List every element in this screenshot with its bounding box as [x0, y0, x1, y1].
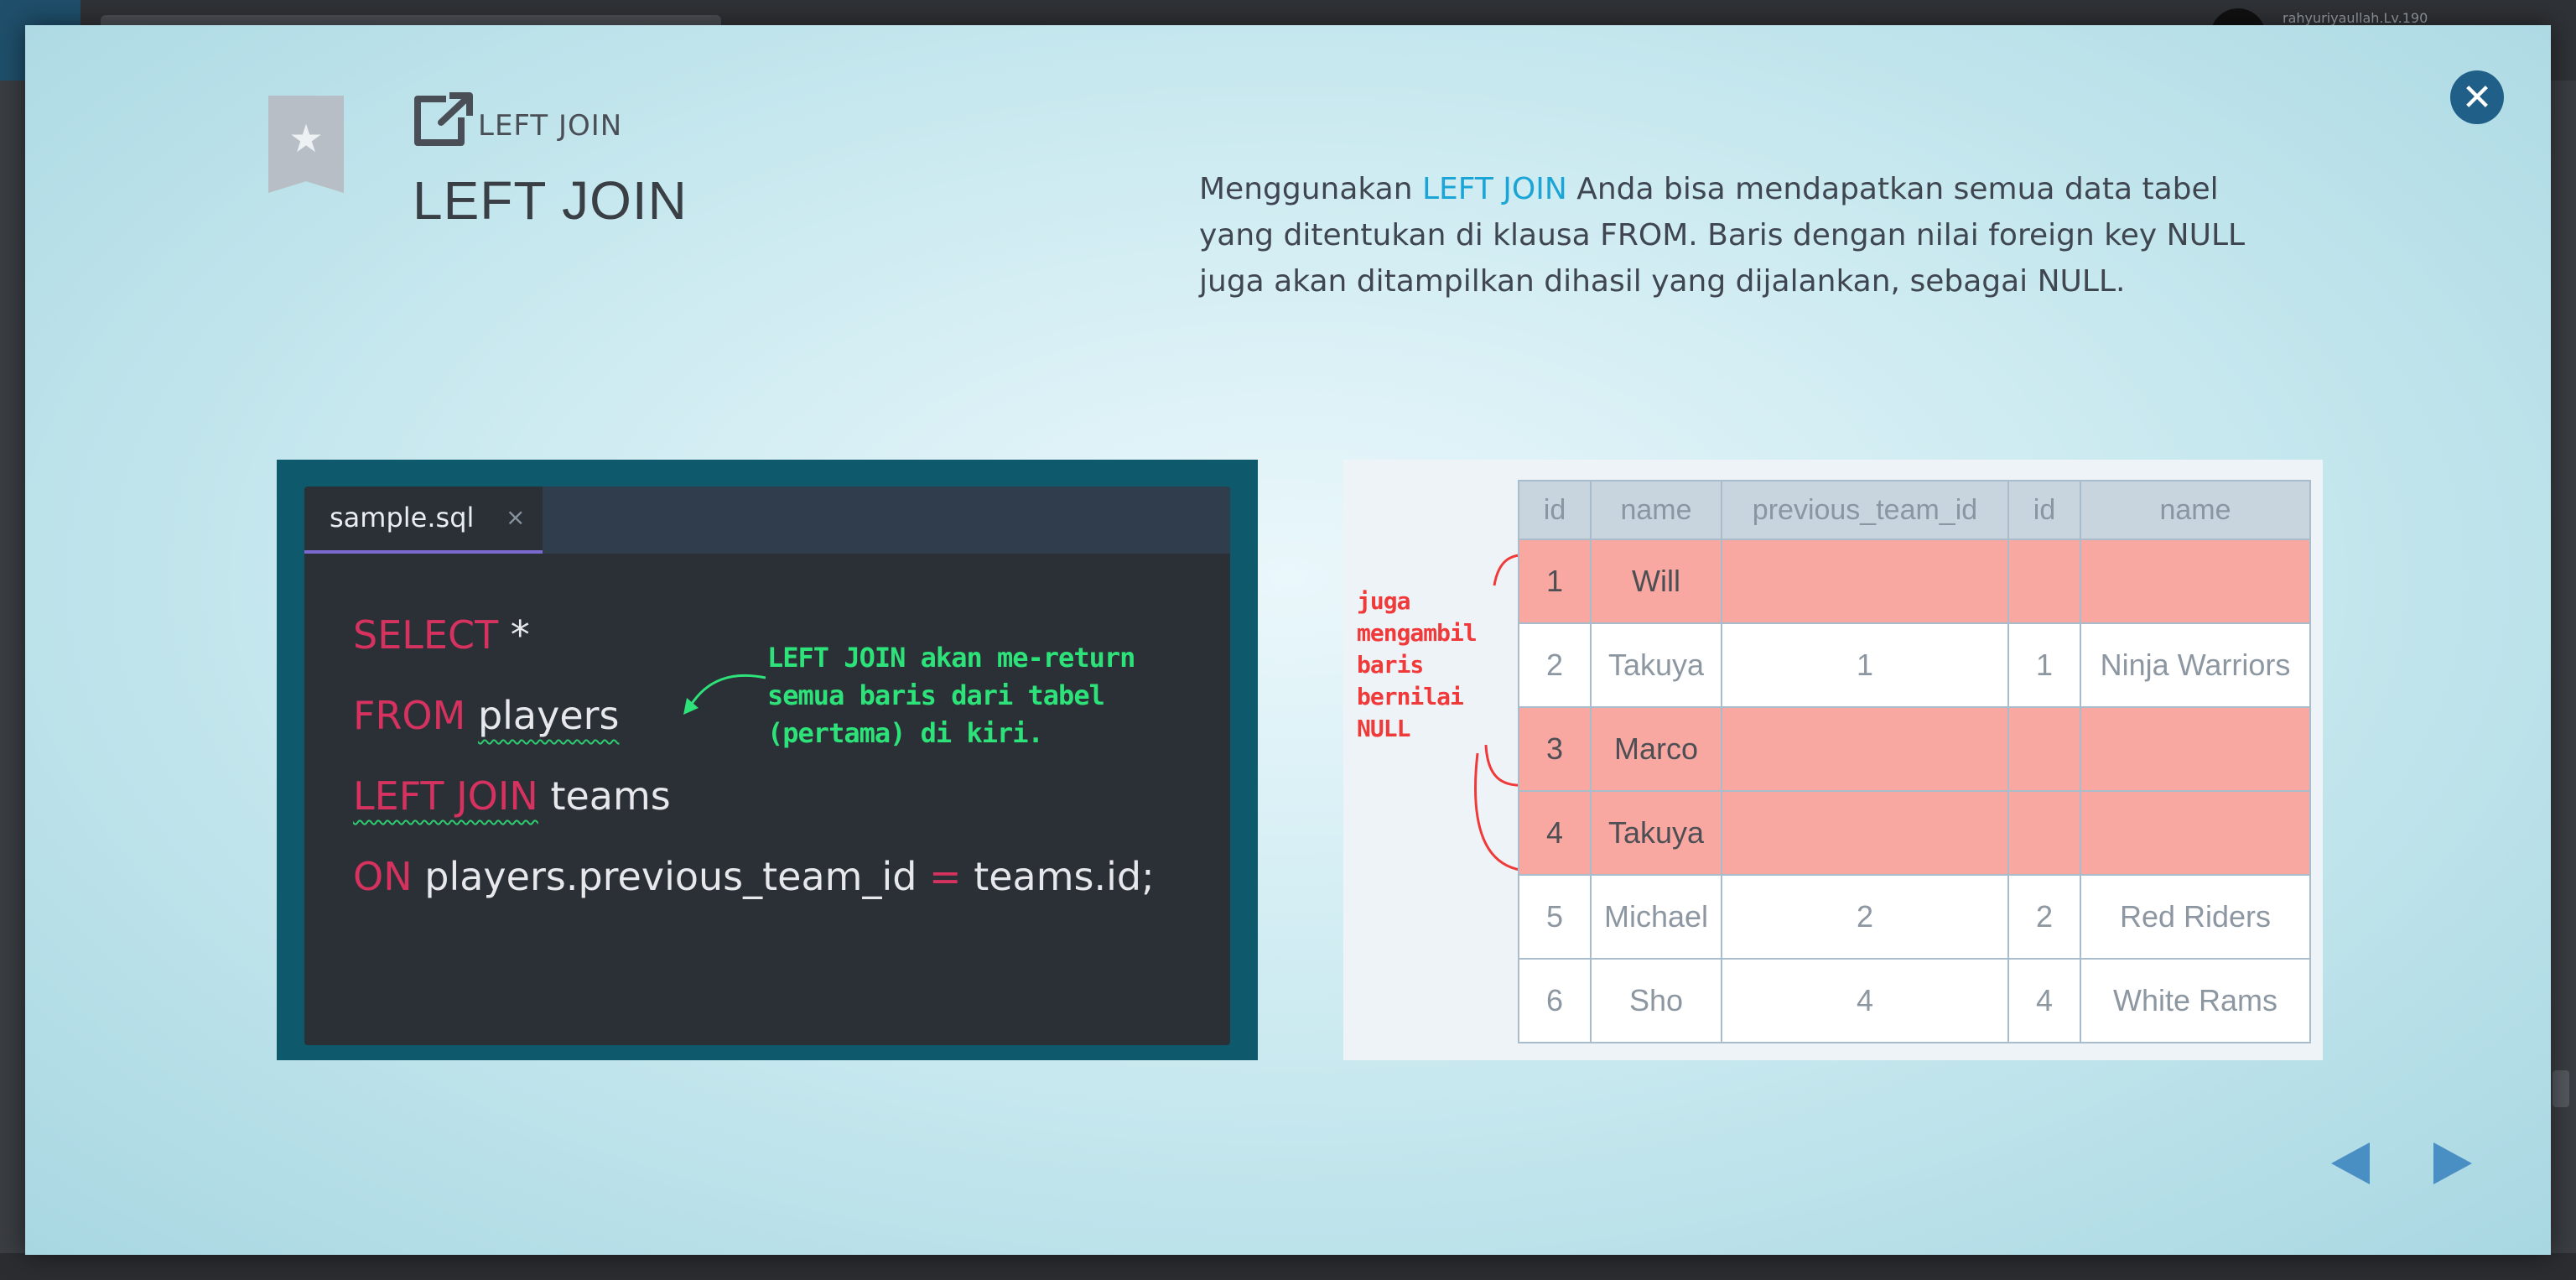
table-row: 1 Will — [1518, 539, 2311, 624]
code-text-players: players — [477, 693, 620, 738]
table-cell: 1 — [1721, 622, 2009, 708]
result-panel: juga mengambil baris bernilai NULL id na… — [1343, 460, 2323, 1060]
table-cell: 4 — [2007, 958, 2081, 1043]
table-row: 6 Sho 4 4 White Rams — [1518, 958, 2311, 1043]
code-text: teams.id; — [961, 854, 1155, 899]
triangle-right-icon[interactable] — [2432, 1141, 2474, 1186]
column-header: name — [1590, 480, 1722, 540]
table-cell: Sho — [1590, 958, 1722, 1043]
editor-tabbar: sample.sql × — [304, 487, 1230, 554]
table-cell — [2007, 706, 2081, 792]
table-cell: Takuya — [1590, 622, 1722, 708]
table-row: 5 Michael 2 2 Red Riders — [1518, 874, 2311, 960]
table-header-row: id name previous_team_id id name — [1518, 480, 2311, 540]
code-text: teams — [538, 773, 671, 819]
result-table: id name previous_team_id id name 1 Will … — [1518, 480, 2311, 1043]
code-line-2: FROM players — [353, 693, 620, 738]
background-user-label: rahyuriyaullah.Lv.190 — [2283, 10, 2428, 26]
table-row: 3 Marco — [1518, 706, 2311, 792]
curved-arrow-icon — [683, 674, 766, 715]
table-cell: Marco — [1590, 706, 1722, 792]
table-cell: 2 — [1518, 622, 1592, 708]
description-pre: Menggunakan — [1199, 172, 1422, 206]
table-cell: Michael — [1590, 874, 1722, 960]
column-header: name — [2080, 480, 2311, 540]
keyword-on: ON — [353, 854, 413, 899]
editor-tab: sample.sql × — [304, 487, 543, 554]
close-button[interactable]: ✕ — [2450, 70, 2504, 124]
table-cell: 3 — [1518, 706, 1592, 792]
code-text: players.previous_team_id — [412, 854, 930, 899]
table-cell: 1 — [2007, 622, 2081, 708]
triangle-left-icon[interactable] — [2329, 1141, 2371, 1186]
page-title: LEFT JOIN — [413, 170, 688, 231]
star-bookmark-icon[interactable]: ★ — [268, 96, 344, 193]
code-line-3: LEFT JOIN teams — [353, 773, 671, 819]
table-cell: 2 — [1721, 874, 2009, 960]
table-row: 4 Takuya — [1518, 790, 2311, 876]
table-cell: 4 — [1721, 958, 2009, 1043]
code-editor: sample.sql × SELECT * FROM players LEFT … — [304, 487, 1230, 1045]
slide-modal: ★ LEFT JOIN LEFT JOIN Menggunakan LEFT J… — [25, 25, 2551, 1255]
table-row: 2 Takuya 1 1 Ninja Warriors — [1518, 622, 2311, 708]
close-icon: ✕ — [2461, 75, 2493, 119]
column-header: id — [2007, 480, 2081, 540]
tab-close-icon: × — [506, 503, 526, 531]
lesson-crumb: LEFT JOIN — [478, 109, 623, 143]
table-cell — [2080, 706, 2311, 792]
table-cell — [1721, 706, 2009, 792]
code-line-4: ON players.previous_team_id = teams.id; — [353, 854, 1155, 899]
table-cell — [2080, 790, 2311, 876]
table-cell: 4 — [1518, 790, 1592, 876]
code-text: * — [498, 612, 530, 658]
table-cell: 2 — [2007, 874, 2081, 960]
table-cell — [1721, 790, 2009, 876]
table-cell — [2080, 539, 2311, 624]
table-cell: 6 — [1518, 958, 1592, 1043]
table-cell: Red Riders — [2080, 874, 2311, 960]
external-link-icon — [414, 92, 473, 146]
code-line-1: SELECT * — [353, 612, 530, 658]
background-bottombar — [0, 1253, 2576, 1280]
table-cell: Ninja Warriors — [2080, 622, 2311, 708]
column-header: id — [1518, 480, 1592, 540]
annotation-note: LEFT JOIN akan me-return semua baris dar… — [767, 642, 1135, 749]
table-cell: Will — [1590, 539, 1722, 624]
description-text: Menggunakan LEFT JOIN Anda bisa mendapat… — [1199, 166, 2281, 304]
background-scrollbar — [2553, 1070, 2569, 1107]
description-highlight: LEFT JOIN — [1421, 172, 1567, 206]
tab-filename: sample.sql — [330, 502, 475, 533]
table-cell: Takuya — [1590, 790, 1722, 876]
table-cell: White Rams — [2080, 958, 2311, 1043]
table-cell — [1721, 539, 2009, 624]
table-cell: 1 — [1518, 539, 1592, 624]
table-cell — [2007, 790, 2081, 876]
table-cell — [2007, 539, 2081, 624]
keyword-left-join: LEFT JOIN — [353, 773, 538, 819]
keyword-select: SELECT — [353, 612, 499, 658]
column-header: previous_team_id — [1721, 480, 2009, 540]
table-cell: 5 — [1518, 874, 1592, 960]
code-operator: = — [929, 854, 962, 899]
code-panel: sample.sql × SELECT * FROM players LEFT … — [277, 460, 1258, 1060]
keyword-from: FROM — [353, 693, 466, 738]
